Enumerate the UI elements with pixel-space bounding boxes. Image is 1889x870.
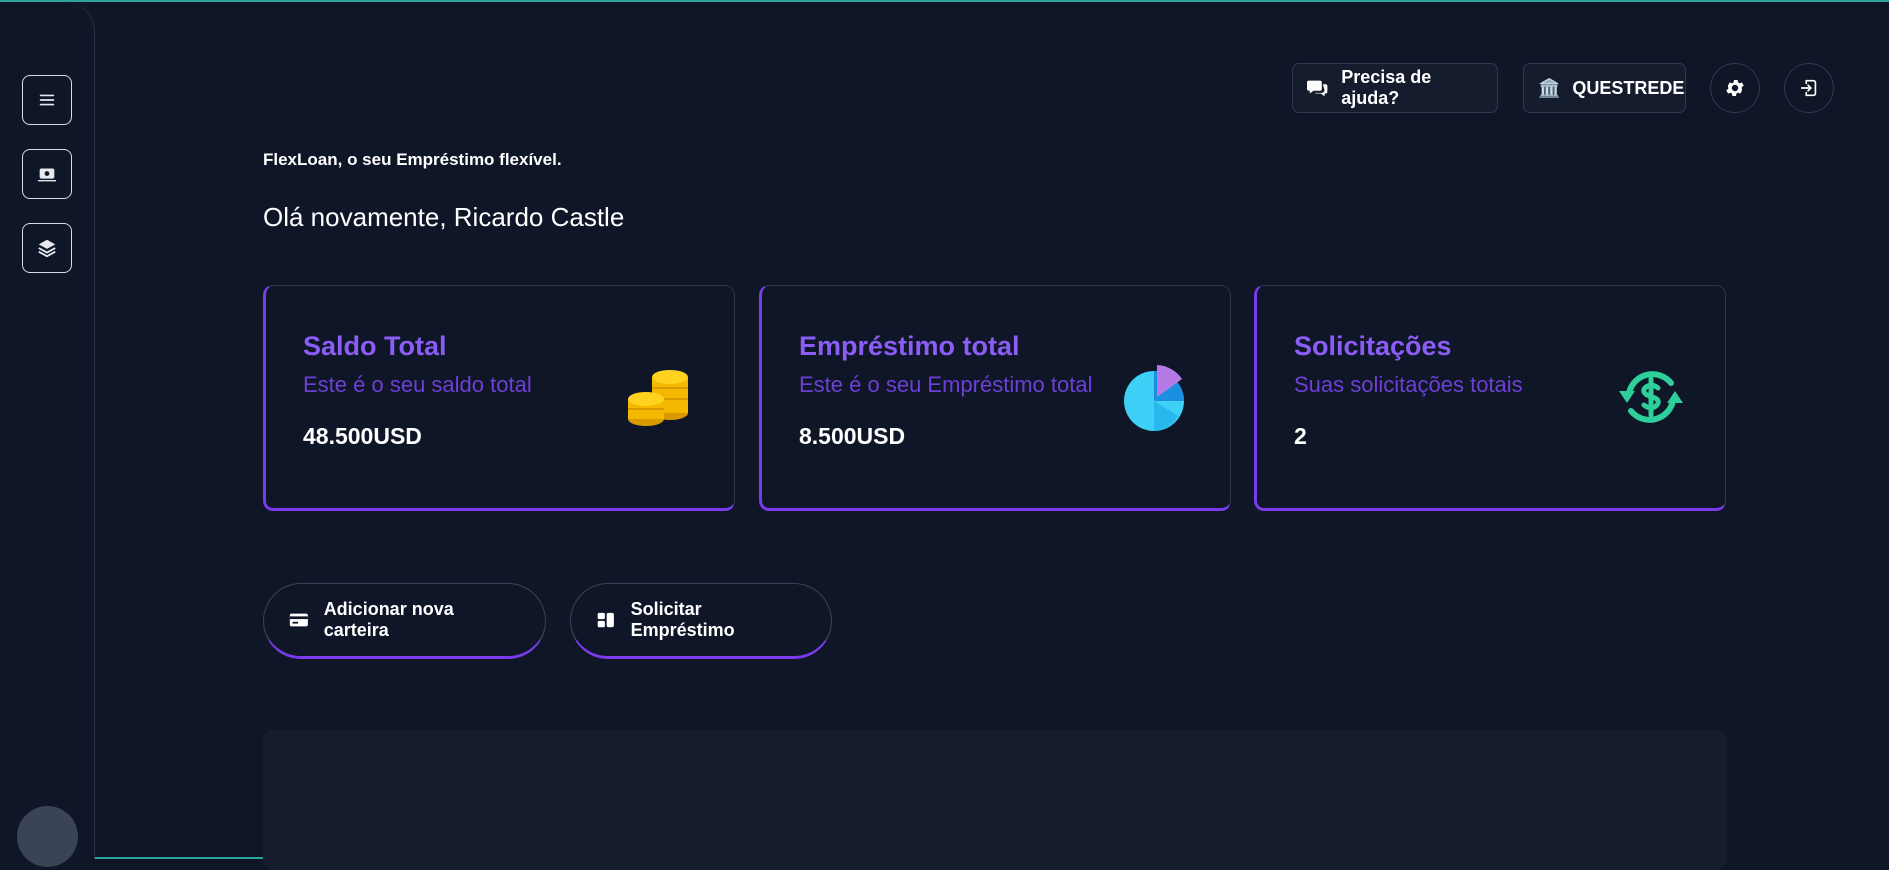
logout-button[interactable] (1784, 63, 1834, 113)
top-accent-line (0, 0, 1889, 2)
add-wallet-button[interactable]: Adicionar nova carteira (263, 583, 546, 659)
help-button[interactable]: Precisa de ajuda? (1292, 63, 1498, 113)
credit-card-icon (288, 609, 310, 631)
bank-selector-button[interactable]: 🏛️ QUESTREDE (1523, 63, 1686, 113)
money-icon (36, 163, 58, 185)
settings-button[interactable] (1710, 63, 1760, 113)
layers-icon (36, 237, 58, 259)
sidebar-menu-button[interactable] (22, 75, 72, 125)
dollar-refresh-icon (1615, 361, 1687, 433)
request-loan-button[interactable]: Solicitar Empréstimo (570, 583, 832, 659)
gear-icon (1724, 77, 1746, 99)
sidebar-money-button[interactable] (22, 149, 72, 199)
card-total-balance: Saldo Total Este é o seu saldo total 48.… (263, 285, 735, 511)
logout-icon (1798, 77, 1820, 99)
card-total-loan: Empréstimo total Este é o seu Empréstimo… (759, 285, 1231, 511)
greeting: Olá novamente, Ricardo Castle (263, 202, 624, 233)
request-loan-label: Solicitar Empréstimo (631, 599, 807, 641)
card-value: 2 (1294, 423, 1307, 450)
card-title: Saldo Total (303, 331, 447, 362)
coins-icon (624, 361, 696, 433)
card-subtitle: Suas solicitações totais (1294, 372, 1523, 398)
chat-bubbles-icon (1307, 77, 1329, 99)
card-title: Solicitações (1294, 331, 1452, 362)
add-wallet-label: Adicionar nova carteira (324, 599, 521, 641)
help-label: Precisa de ajuda? (1341, 67, 1483, 109)
tagline: FlexLoan, o seu Empréstimo flexível. (263, 150, 562, 170)
card-subtitle: Este é o seu saldo total (303, 372, 532, 398)
bank-label: QUESTREDE (1572, 78, 1684, 99)
avatar[interactable] (17, 806, 78, 867)
bank-icon: 🏛️ (1538, 78, 1560, 99)
sidebar-layers-button[interactable] (22, 223, 72, 273)
card-requests: Solicitações Suas solicitações totais 2 (1254, 285, 1726, 511)
card-subtitle: Este é o seu Empréstimo total (799, 372, 1092, 398)
content-panel (263, 730, 1727, 870)
hamburger-icon (36, 89, 58, 111)
card-value: 48.500USD (303, 423, 422, 450)
pie-chart-icon (1120, 361, 1192, 433)
sidebar (0, 2, 95, 859)
card-value: 8.500USD (799, 423, 905, 450)
dashboard-icon (595, 609, 617, 631)
card-title: Empréstimo total (799, 331, 1020, 362)
